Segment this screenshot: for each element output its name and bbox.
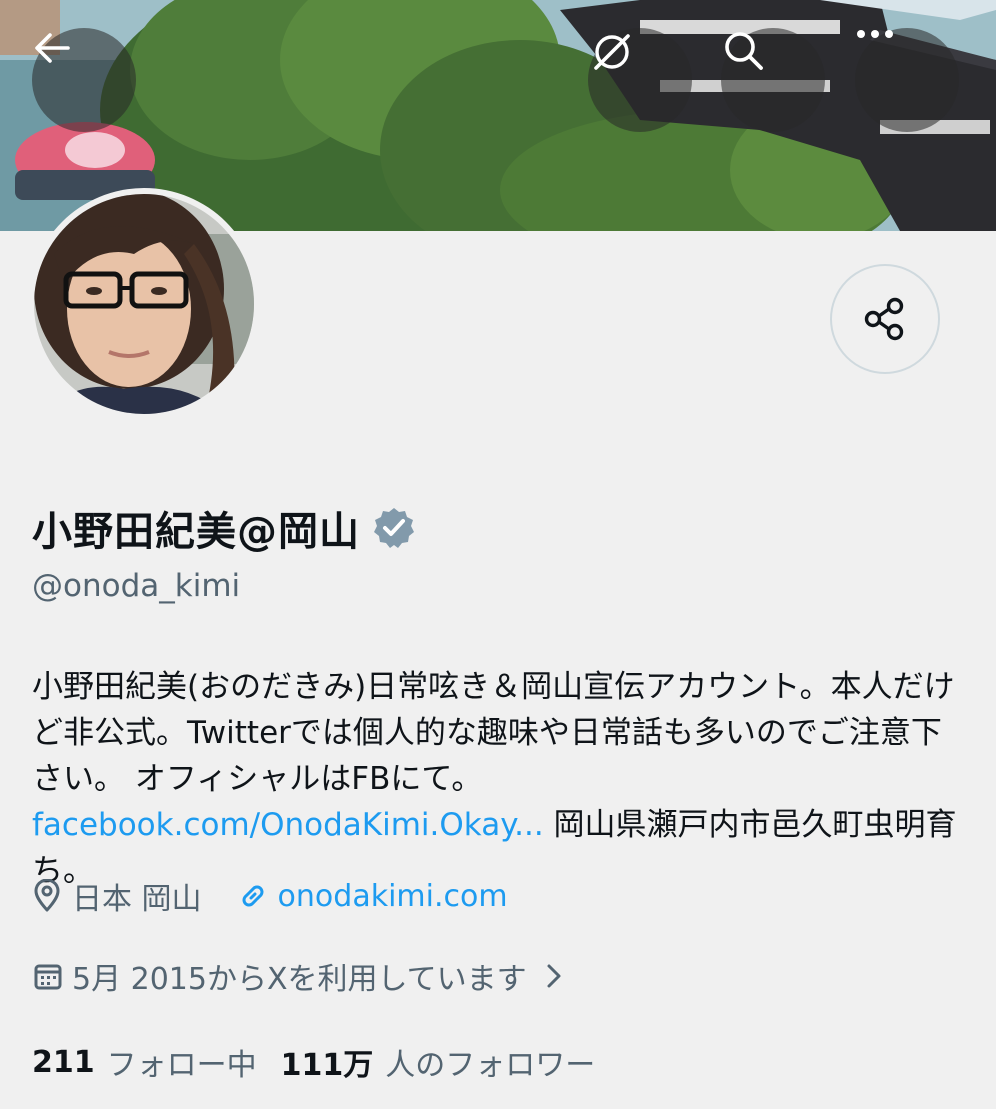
chevron-right-icon — [547, 964, 561, 988]
link-icon — [242, 885, 264, 907]
follow-stats: 211 フォロー中 111万 人のフォロワー — [32, 1038, 595, 1086]
location-text: 日本 岡山 — [72, 882, 202, 917]
location: 日本 岡山 — [32, 874, 202, 918]
handle: @onoda_kimi — [32, 568, 241, 604]
avatar-image — [34, 194, 254, 414]
translate-button[interactable] — [588, 28, 692, 132]
joined-date[interactable]: 5月 2015からXを利用しています — [32, 952, 571, 1000]
calendar-icon — [34, 964, 62, 990]
joined-text: 5月 2015からXを利用しています — [72, 962, 527, 997]
followers-stat[interactable]: 111万 人のフォロワー — [281, 1040, 596, 1084]
following-label: フォロー中 — [106, 1048, 257, 1083]
verified-badge-icon[interactable] — [372, 506, 416, 550]
website-link[interactable]: onodakimi.com — [238, 879, 508, 914]
search-icon — [725, 32, 763, 70]
following-stat[interactable]: 211 フォロー中 — [32, 1040, 257, 1084]
back-arrow-icon — [35, 33, 70, 63]
display-name: 小野田紀美@岡山 — [32, 509, 360, 555]
avatar[interactable] — [28, 188, 260, 420]
more-button[interactable] — [855, 28, 959, 132]
share-icon — [864, 297, 904, 341]
location-pin-icon — [34, 879, 60, 912]
profile-meta: 日本 岡山 onodakimi.com — [32, 872, 508, 920]
share-button[interactable] — [830, 264, 940, 374]
back-button[interactable] — [32, 28, 136, 132]
followers-count: 111万 — [280, 1048, 374, 1083]
bio-link[interactable]: facebook.com/OnodaKimi.Okay... — [32, 807, 544, 843]
translate-globe-icon — [594, 34, 630, 70]
followers-label: 人のフォロワー — [385, 1048, 596, 1083]
bio: 小野田紀美(おのだきみ)日常呟き＆岡山宣伝アカウント。本人だけど非公式。Twit… — [32, 664, 967, 894]
name-row: 小野田紀美@岡山 — [32, 496, 416, 560]
website-text[interactable]: onodakimi.com — [278, 879, 508, 914]
more-dots-icon — [857, 30, 893, 38]
bio-text: 小野田紀美(おのだきみ)日常呟き＆岡山宣伝アカウント。本人だけど非公式。Twit… — [32, 669, 955, 797]
following-count: 211 — [32, 1044, 95, 1080]
search-button[interactable] — [721, 28, 825, 132]
